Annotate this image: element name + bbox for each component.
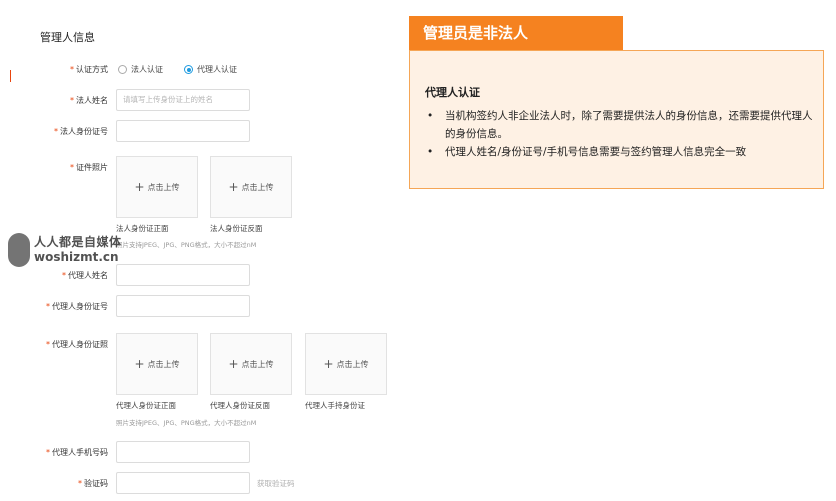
upload-agent-hold[interactable]: + 点击上传 [305,333,387,395]
panel-heading: 代理人认证 [425,86,480,99]
legal-id-input[interactable] [116,120,250,142]
radio-icon [118,65,127,74]
info-panel: 代理人认证 当机构签约人非企业法人时，除了需要提供法人的身份信息，还需要提供代理… [409,50,824,189]
agent-name-label: * 代理人姓名 [62,271,108,280]
agent-photo-format-note: 照片支持JPEG、JPG、PNG格式，大小不超过nM [116,419,257,427]
legal-name-label: * 法人姓名 [70,96,108,105]
section-title: 管理人信息 [40,31,95,44]
agent-photo-label: * 代理人身份证照 [46,340,108,349]
caption-legal-back: 法人身份证反面 [210,224,263,233]
plus-icon: + [134,180,145,194]
caption-legal-front: 法人身份证正面 [116,224,169,233]
radio-legal[interactable]: 法人认证 [118,64,163,75]
plus-icon: + [228,180,239,194]
verify-code-label: * 验证码 [78,479,108,488]
panel-title: 管理员是非法人 [409,16,623,50]
radio-checked-icon [184,65,193,74]
agent-phone-label: * 代理人手机号码 [46,448,108,457]
upload-legal-front[interactable]: + 点击上传 [116,156,198,218]
agent-name-input[interactable] [116,264,250,286]
upload-legal-back[interactable]: + 点击上传 [210,156,292,218]
agent-phone-input[interactable] [116,441,250,463]
agent-id-input[interactable] [116,295,250,317]
auth-method-label: * 认证方式 [70,65,108,74]
panel-item: 当机构签约人非企业法人时，除了需要提供法人的身份信息，还需要提供代理人的身份信息… [425,107,815,143]
get-code-link[interactable]: 获取验证码 [257,478,295,489]
plus-icon: + [323,357,334,371]
legal-id-label: * 法人身份证号 [54,127,108,136]
upload-agent-front[interactable]: + 点击上传 [116,333,198,395]
plus-icon: + [134,357,145,371]
upload-agent-back[interactable]: + 点击上传 [210,333,292,395]
watermark-logo-icon [8,233,30,267]
panel-item: 代理人姓名/身份证号/手机号信息需要与签约管理人信息完全一致 [425,143,815,161]
caption-agent-hold: 代理人手持身份证 [305,401,365,410]
caption-agent-back: 代理人身份证反面 [210,401,270,410]
plus-icon: + [228,357,239,371]
verify-code-input[interactable] [116,472,250,494]
photo-format-note: 照片支持JPEG、JPG、PNG格式，大小不超过nM [116,241,257,249]
agent-id-label: * 代理人身份证号 [46,302,108,311]
id-photo-label: * 证件照片 [70,163,108,172]
legal-name-input[interactable]: 请填写上传身份证上的姓名 [116,89,250,111]
watermark: 人人都是自媒体 woshizmt.cn [8,233,122,267]
panel-list: 当机构签约人非企业法人时，除了需要提供法人的身份信息，还需要提供代理人的身份信息… [425,107,815,161]
radio-agent[interactable]: 代理人认证 [184,64,237,75]
caption-agent-front: 代理人身份证正面 [116,401,176,410]
